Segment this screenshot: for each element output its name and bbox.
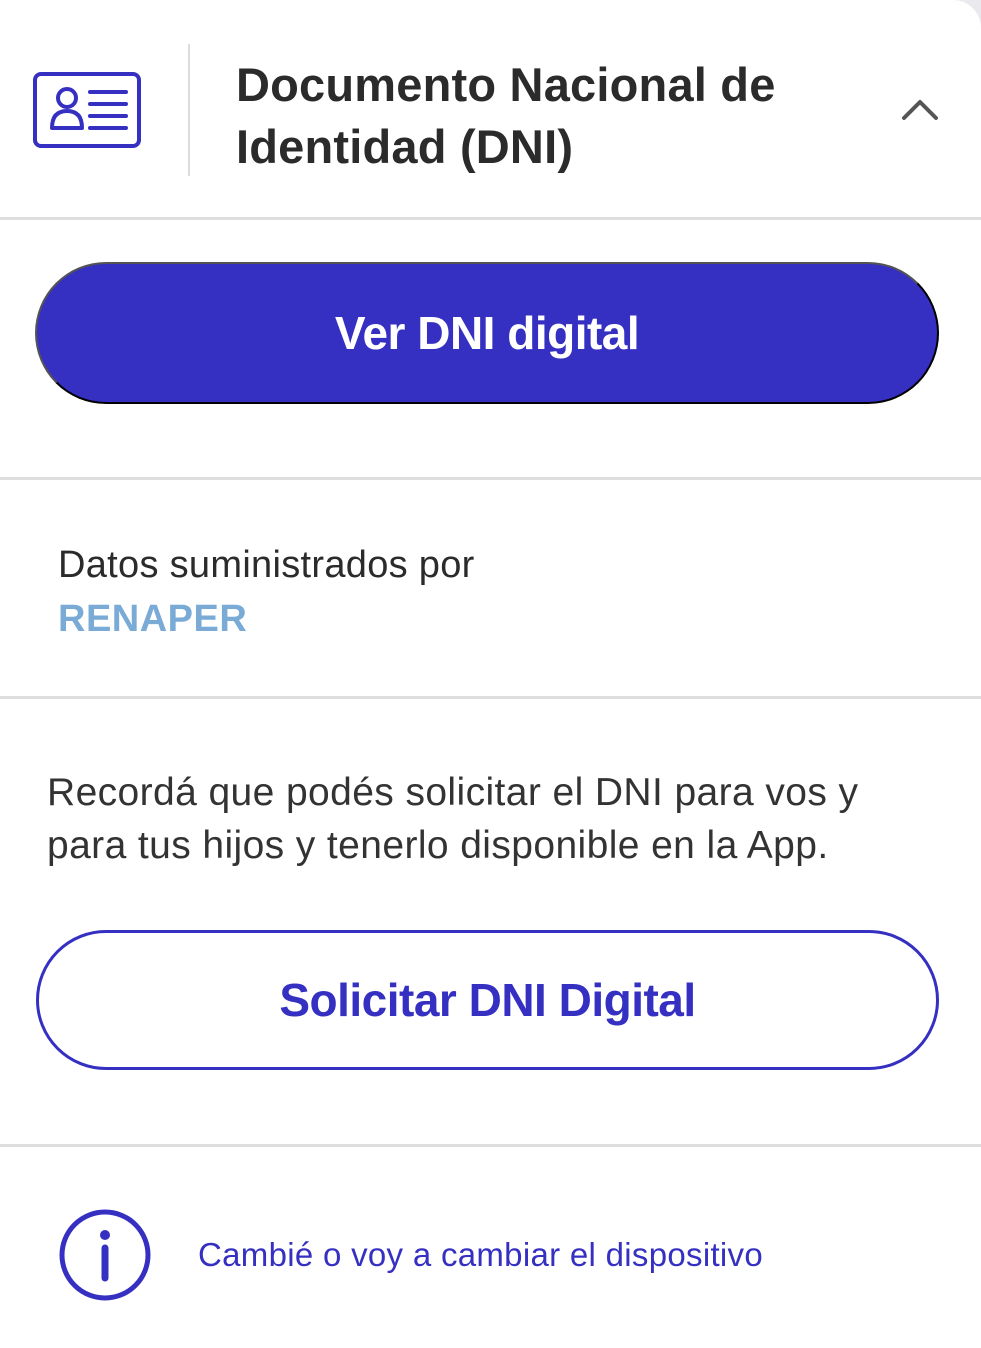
chevron-up-icon[interactable] — [896, 90, 944, 126]
view-dni-button[interactable]: Ver DNI digital — [35, 262, 939, 404]
card-header[interactable]: Documento Nacional de Identidad (DNI) — [0, 0, 981, 218]
header-divider — [188, 44, 190, 176]
reminder-text: Recordá que podés solicitar el DNI para … — [47, 771, 859, 867]
dni-card: Documento Nacional de Identidad (DNI) Ve… — [0, 0, 981, 1348]
section-divider — [0, 477, 981, 480]
device-change-link[interactable]: Cambié o voy a cambiar el dispositivo — [198, 1236, 763, 1274]
section-divider — [0, 1144, 981, 1147]
id-card-icon — [33, 72, 141, 148]
info-icon — [59, 1209, 151, 1301]
section-divider — [0, 696, 981, 699]
provider-link[interactable]: RENAPER — [58, 598, 247, 641]
provider-label: Datos suministrados por — [58, 544, 475, 586]
request-dni-button[interactable]: Solicitar DNI Digital — [36, 930, 939, 1070]
card-title: Documento Nacional de Identidad (DNI) — [236, 58, 776, 173]
section-divider — [0, 217, 981, 220]
device-change-row[interactable]: Cambié o voy a cambiar el dispositivo — [0, 1150, 981, 1348]
